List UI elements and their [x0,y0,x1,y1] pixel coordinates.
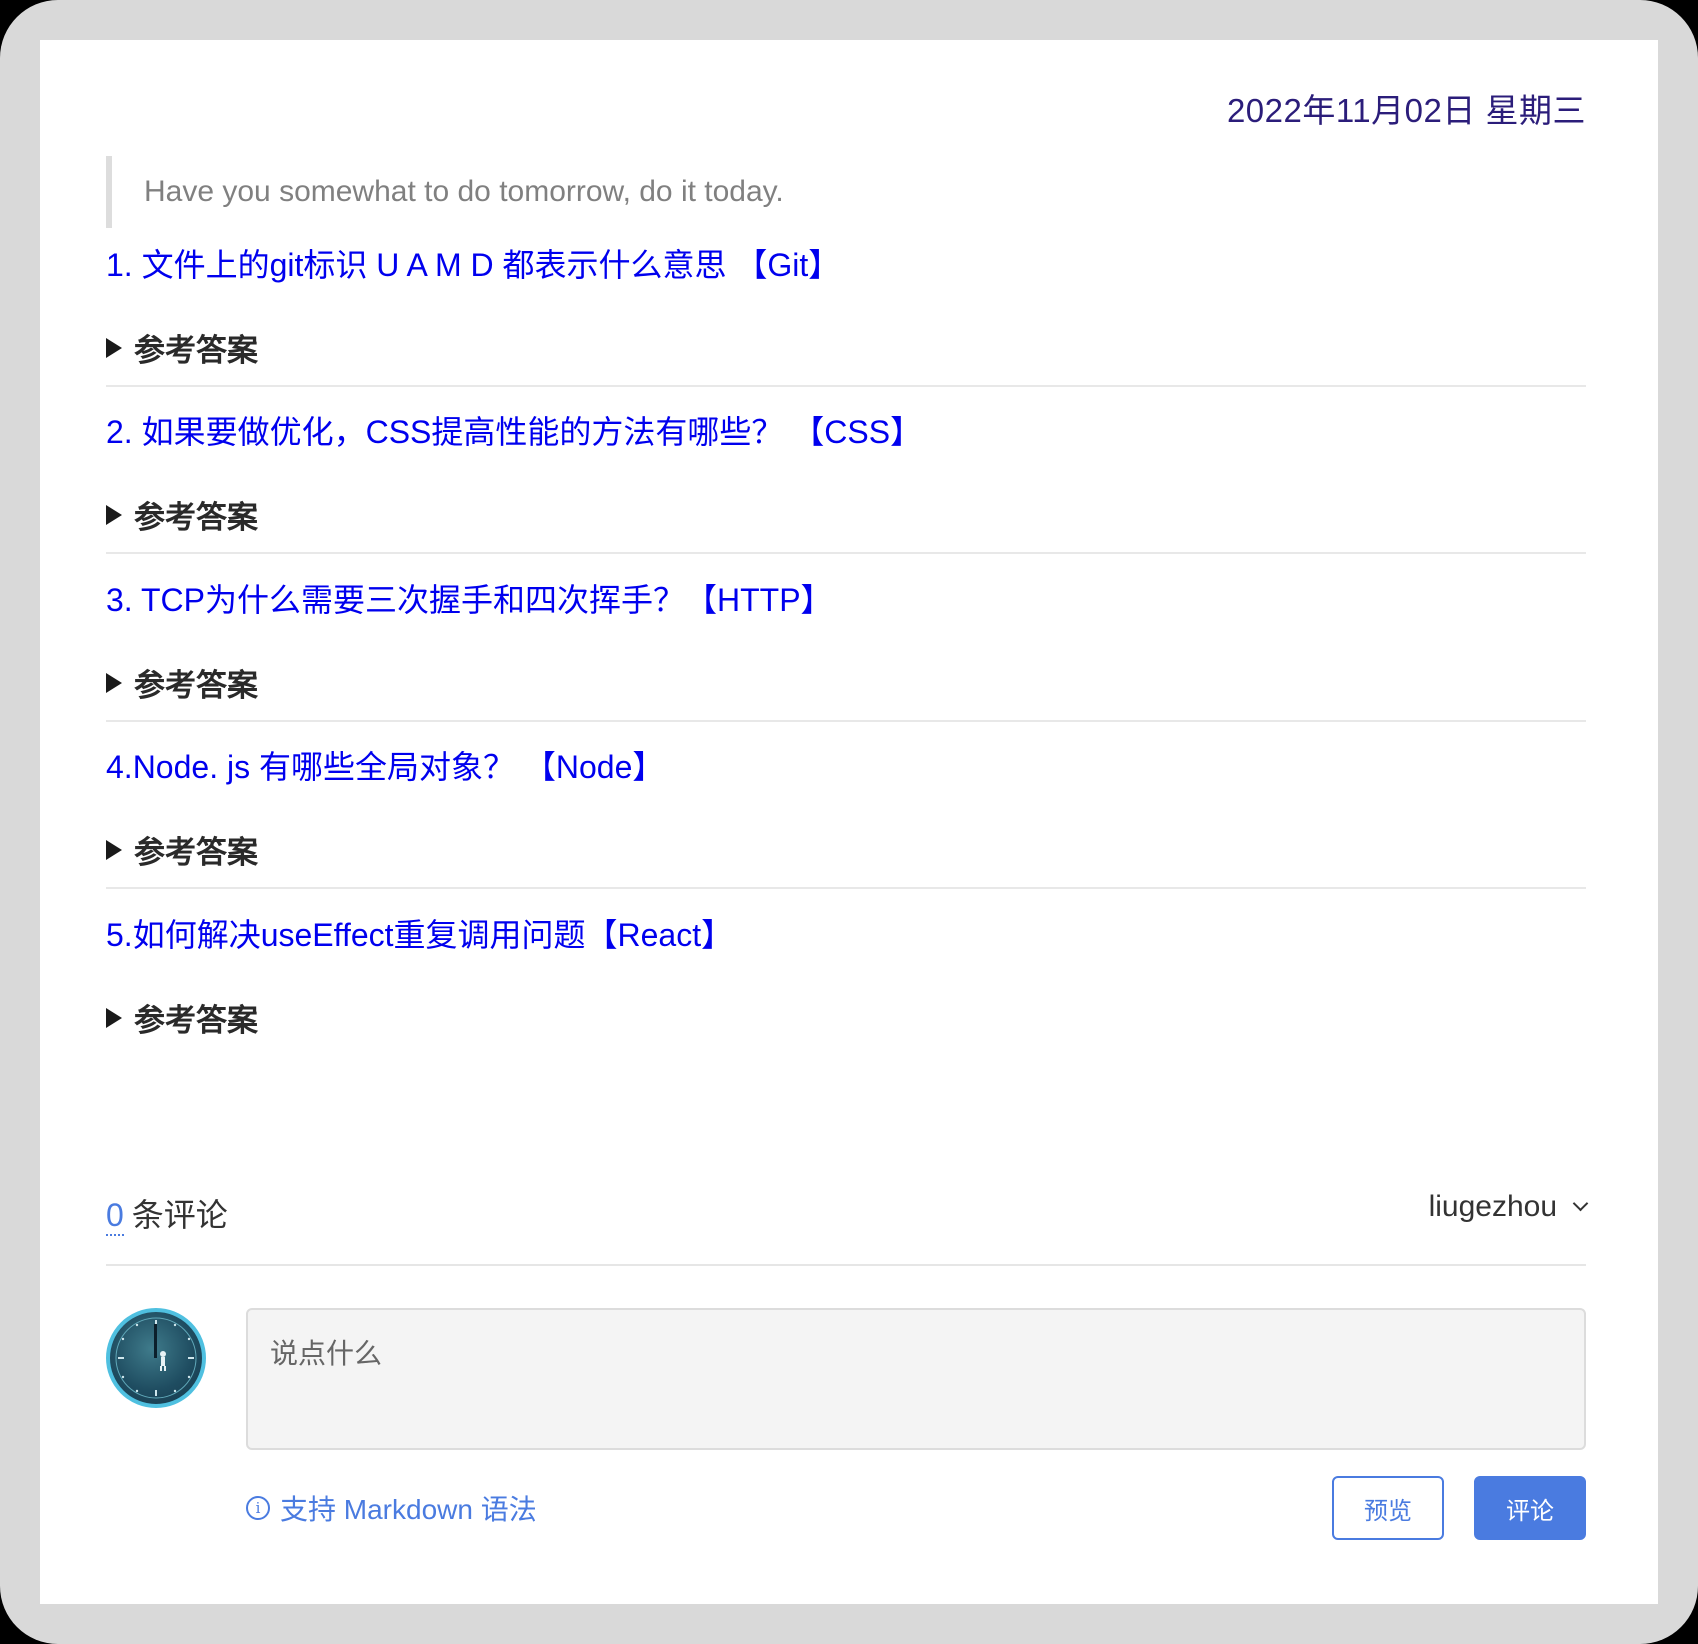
triangle-right-icon [106,1007,122,1028]
comments-header: 0 条评论 liugezhou [106,1190,1589,1240]
question-link[interactable]: 2. 如果要做优化，CSS提高性能的方法有哪些？ 【CSS】 [106,412,1586,452]
preview-button-label: 预览 [1364,1497,1412,1525]
question-link[interactable]: 3. TCP为什么需要三次握手和四次挥手？【HTTP】 [106,580,1586,620]
comment-count-label: 条评论 [131,1197,228,1233]
question-item: 3. TCP为什么需要三次握手和四次挥手？【HTTP】 参考答案 [106,580,1586,722]
answer-toggle-label: 参考答案 [134,333,258,368]
submit-button-label: 评论 [1506,1497,1554,1525]
answer-toggle[interactable]: 参考答案 [106,325,258,370]
divider [106,385,1586,387]
markdown-hint[interactable]: i 支持 Markdown 语法 [246,1488,537,1528]
answer-toggle-label: 参考答案 [134,835,258,870]
answer-toggle[interactable]: 参考答案 [106,660,258,705]
triangle-right-icon [106,337,122,358]
question-link[interactable]: 4.Node. js 有哪些全局对象？ 【Node】 [106,747,1586,787]
question-item: 4.Node. js 有哪些全局对象？ 【Node】 参考答案 [106,747,1586,889]
avatar [106,1308,206,1408]
answer-toggle-label: 参考答案 [134,668,258,703]
comment-count: 0 条评论 [106,1190,228,1236]
user-dropdown[interactable]: liugezhou [1428,1190,1589,1224]
answer-toggle[interactable]: 参考答案 [106,995,258,1040]
comment-input[interactable] [246,1308,1586,1450]
comments-divider [106,1264,1586,1266]
question-link[interactable]: 5.如何解决useEffect重复调用问题【React】 [106,915,1586,955]
triangle-right-icon [106,672,122,693]
question-item: 2. 如果要做优化，CSS提高性能的方法有哪些？ 【CSS】 参考答案 [106,412,1586,554]
submit-comment-button[interactable]: 评论 [1474,1476,1586,1540]
question-link[interactable]: 1. 文件上的git标识 U A M D 都表示什么意思 【Git】 [106,245,1586,285]
triangle-right-icon [106,839,122,860]
page-content: 2022年11月02日 星期三 Have you somewhat to do … [40,40,1658,1604]
comment-count-number[interactable]: 0 [106,1197,124,1236]
quote-text: Have you somewhat to do tomorrow, do it … [144,175,784,208]
user-name: liugezhou [1428,1190,1557,1223]
page-date: 2022年11月02日 星期三 [1226,92,1586,129]
divider [106,720,1586,722]
answer-toggle-label: 参考答案 [134,1003,258,1038]
window-frame: 2022年11月02日 星期三 Have you somewhat to do … [0,0,1698,1644]
triangle-right-icon [106,504,122,525]
divider [106,552,1586,554]
divider [106,887,1586,889]
preview-button[interactable]: 预览 [1332,1476,1444,1540]
answer-toggle[interactable]: 参考答案 [106,492,258,537]
info-circle-icon: i [246,1496,270,1520]
clock-avatar-icon [115,1317,197,1399]
answer-toggle[interactable]: 参考答案 [106,827,258,872]
answer-toggle-label: 参考答案 [134,500,258,535]
question-item: 5.如何解决useEffect重复调用问题【React】 参考答案 [106,915,1586,1038]
question-item: 1. 文件上的git标识 U A M D 都表示什么意思 【Git】 参考答案 [106,245,1586,387]
chevron-down-icon [1572,1195,1589,1211]
quote-block: Have you somewhat to do tomorrow, do it … [106,156,1506,228]
markdown-hint-text: 支持 Markdown 语法 [280,1494,537,1525]
